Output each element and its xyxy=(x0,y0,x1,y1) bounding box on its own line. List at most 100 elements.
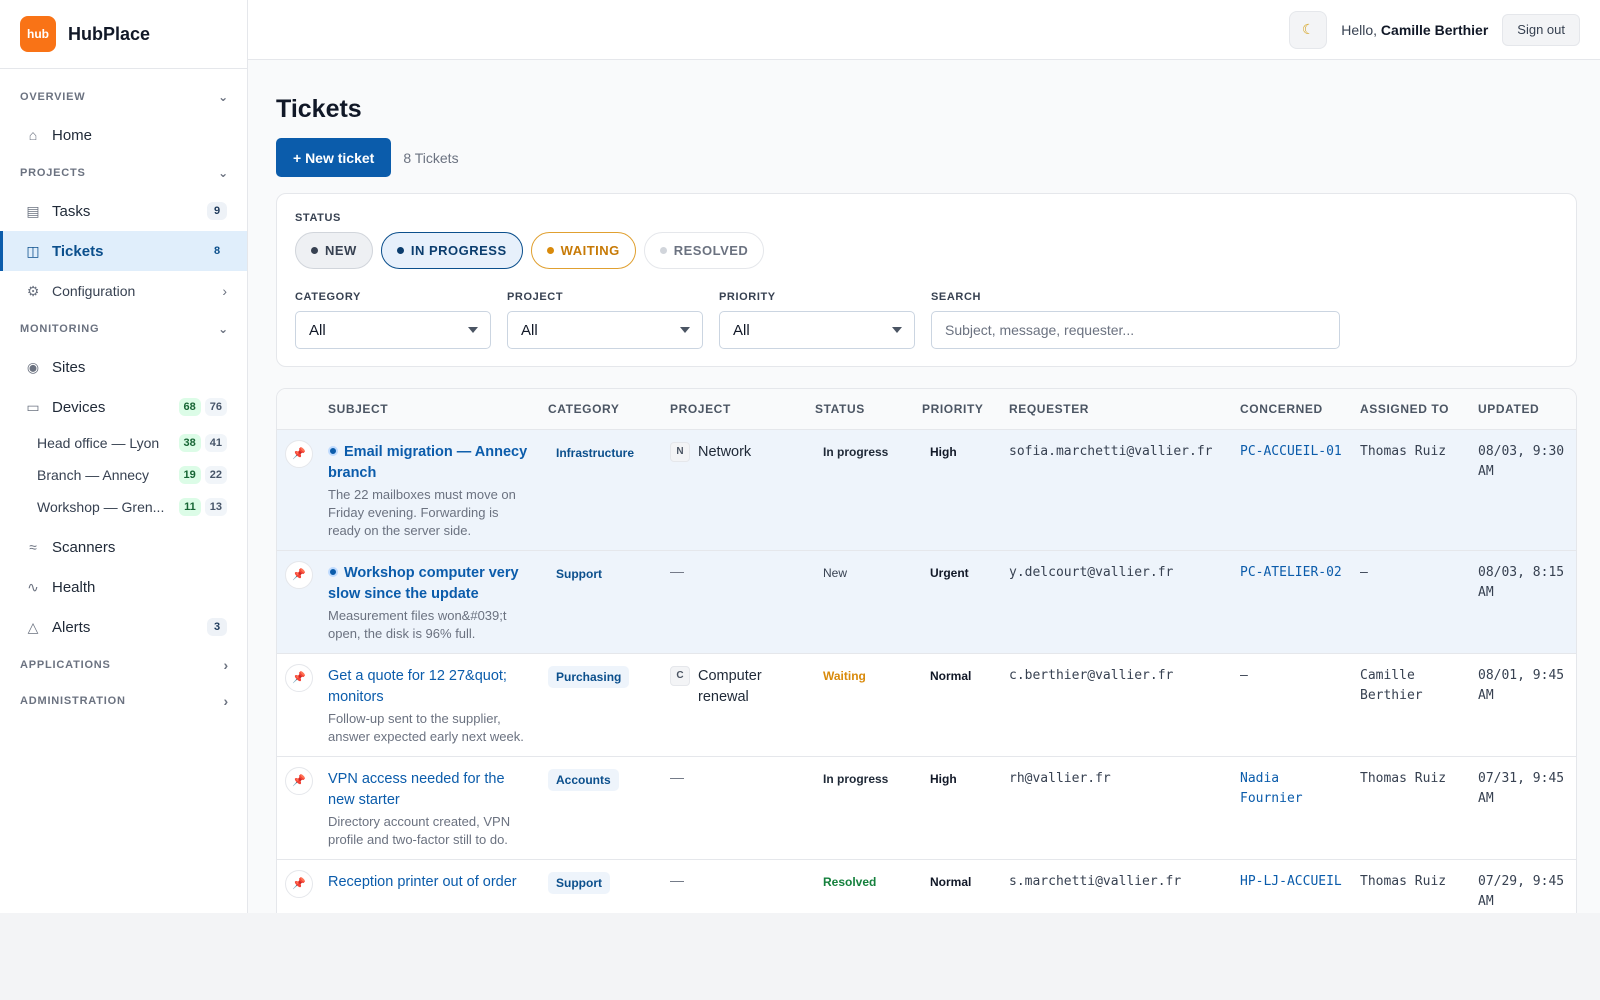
ticket-description: The 22 mailboxes must move on Friday eve… xyxy=(328,486,516,538)
new-ticket-button[interactable]: + New ticket xyxy=(276,138,392,177)
brand[interactable]: hub HubPlace xyxy=(0,0,247,69)
category-select[interactable]: All xyxy=(295,311,491,349)
ticket-subject-link[interactable]: Get a quote for 12 27&quot; monitors xyxy=(328,666,532,708)
sidebar-item-label: Configuration xyxy=(52,283,136,299)
table-row[interactable]: 📌 Reception printer out of order Support… xyxy=(277,859,1576,913)
pin-icon[interactable]: 📌 xyxy=(285,869,313,898)
category-tag: Accounts xyxy=(548,768,619,791)
column-header[interactable]: PRIORITY xyxy=(914,389,1001,430)
sidebar-item-tickets[interactable]: ◫ Tickets 8 xyxy=(0,231,247,271)
project-select[interactable]: All xyxy=(507,311,703,349)
concerned-link[interactable]: PC-ATELIER-02 xyxy=(1240,563,1344,583)
sidebar-subitem-site[interactable]: Head office — Lyon 38 41 xyxy=(0,427,247,459)
site-total-badge: 41 xyxy=(204,434,227,452)
concerned-link[interactable]: Nadia Fournier xyxy=(1240,769,1344,809)
chip-label: IN PROGRESS xyxy=(410,243,507,258)
column-header[interactable]: SUBJECT xyxy=(320,389,540,430)
tickets-count-badge: 8 xyxy=(213,245,221,257)
column-header[interactable]: ASSIGNED TO xyxy=(1352,389,1470,430)
column-header[interactable]: CONCERNED xyxy=(1232,389,1352,430)
sidebar-item-scanners[interactable]: ≈ Scanners xyxy=(0,527,247,567)
table-row[interactable]: 📌 Email migration — Annecy branch The 22 … xyxy=(277,429,1576,551)
table-row[interactable]: 📌 Workshop computer very slow since the … xyxy=(277,550,1576,654)
section-applications[interactable]: APPLICATIONS › xyxy=(0,647,247,683)
section-projects[interactable]: PROJECTS ⌄ xyxy=(0,155,247,191)
wifi-icon: ≈ xyxy=(29,539,37,555)
ticket-icon: ◫ xyxy=(26,242,40,259)
concerned-link[interactable]: HP-LJ-ACCUEIL xyxy=(1240,872,1344,892)
sidebar-item-health[interactable]: ∿ Health xyxy=(0,567,247,607)
sidebar-item-home[interactable]: ⌂ Home xyxy=(0,115,247,155)
sidebar-item-label: Devices xyxy=(52,398,106,416)
column-header[interactable]: REQUESTER xyxy=(1001,389,1232,430)
theme-toggle-button[interactable]: ☾ xyxy=(1289,10,1328,49)
ticket-description: Measurement files won&#039;t open, the d… xyxy=(328,607,507,641)
sidebar-item-label: Sites xyxy=(52,358,86,376)
ticket-subject: VPN access needed for the new starter xyxy=(328,770,505,808)
sidebar-item-alerts[interactable]: △ Alerts 3 xyxy=(0,607,247,647)
ticket-subject-link[interactable]: Reception printer out of order xyxy=(328,872,532,893)
priority-badge: Normal xyxy=(930,874,972,889)
assignee: Camille Berthier xyxy=(1360,667,1423,703)
gear-icon: ⚙ xyxy=(26,282,40,299)
project-initial: N xyxy=(670,441,690,462)
select-value: All xyxy=(309,321,326,339)
chip-label: WAITING xyxy=(560,243,620,258)
updated-timestamp: 08/03, 9:30 AM xyxy=(1478,443,1565,479)
status-chip-resolved[interactable]: RESOLVED xyxy=(643,232,765,269)
category-filter: CATEGORY All xyxy=(295,291,491,349)
status-chip-waiting[interactable]: WAITING xyxy=(530,232,636,269)
requester-email: y.delcourt@vallier.fr xyxy=(1009,564,1174,580)
chip-label: NEW xyxy=(325,243,357,258)
sign-out-button[interactable]: Sign out xyxy=(1502,13,1580,46)
ticket-subject: Reception printer out of order xyxy=(328,873,517,890)
column-header[interactable]: CATEGORY xyxy=(540,389,662,430)
status-chip-in-progress[interactable]: IN PROGRESS xyxy=(380,232,523,269)
pin-icon[interactable]: 📌 xyxy=(285,560,313,589)
devices-online-badge: 68 xyxy=(178,398,201,416)
table-row[interactable]: 📌 VPN access needed for the new starter D… xyxy=(277,756,1576,860)
sidebar-item-devices[interactable]: ▭ Devices 68 76 xyxy=(0,387,247,427)
pin-icon[interactable]: 📌 xyxy=(285,663,313,692)
sidebar-subitem-site[interactable]: Branch — Annecy 19 22 xyxy=(0,459,247,491)
topbar: ☾ Hello, Camille Berthier Sign out xyxy=(248,0,1600,60)
priority-badge: Normal xyxy=(930,668,972,683)
caret-down-icon xyxy=(680,327,690,333)
site-online-badge: 38 xyxy=(178,434,201,452)
sidebar-nav: OVERVIEW ⌄ ⌂ Home PROJECTS ⌄ ▤ Tasks 9 ◫ Ticke… xyxy=(0,69,247,719)
sidebar-item-sites[interactable]: ◉ Sites xyxy=(0,347,247,387)
section-overview[interactable]: OVERVIEW ⌄ xyxy=(0,79,247,115)
pin-icon[interactable]: 📌 xyxy=(285,766,313,795)
concerned-link[interactable]: PC-ACCUEIL-01 xyxy=(1240,442,1344,462)
ticket-subject-link[interactable]: VPN access needed for the new starter xyxy=(328,769,532,811)
updated-timestamp: 07/29, 9:45 AM xyxy=(1478,873,1565,909)
ticket-subject-link[interactable]: Email migration — Annecy branch xyxy=(328,442,532,484)
category-tag: Infrastructure xyxy=(548,441,643,464)
column-header[interactable]: PROJECT xyxy=(662,389,807,430)
column-header[interactable]: STATUS xyxy=(807,389,914,430)
alerts-count-badge: 3 xyxy=(207,618,227,636)
sidebar-item-configuration[interactable]: ⚙ Configuration › xyxy=(0,271,247,311)
app-window: hub HubPlace OVERVIEW ⌄ ⌂ Home PROJECTS ⌄ ▤… xyxy=(0,0,1600,913)
search-input[interactable] xyxy=(931,311,1340,349)
priority-select[interactable]: All xyxy=(719,311,915,349)
column-header[interactable]: UPDATED xyxy=(1470,389,1576,430)
section-monitoring[interactable]: MONITORING ⌄ xyxy=(0,311,247,347)
pin-icon[interactable]: 📌 xyxy=(285,439,313,468)
ticket-subject-link[interactable]: Workshop computer very slow since the up… xyxy=(328,563,532,605)
status-chip-new[interactable]: NEW xyxy=(295,232,373,269)
clipboard-icon: ▤ xyxy=(26,202,40,219)
sidebar-item-label: Health xyxy=(52,578,96,596)
section-label: APPLICATIONS xyxy=(20,659,111,671)
status-dot xyxy=(659,247,667,254)
pin-column-header xyxy=(277,389,320,430)
unread-dot xyxy=(328,445,338,456)
sidebar-item-tasks[interactable]: ▤ Tasks 9 xyxy=(0,191,247,231)
section-administration[interactable]: ADMINISTRATION › xyxy=(0,683,247,719)
priority-filter: PRIORITY All xyxy=(719,291,915,349)
table-row[interactable]: 📌 Get a quote for 12 27&quot; monitors Fo… xyxy=(277,653,1576,757)
status-badge: In progress xyxy=(823,771,889,786)
sidebar-subitem-site[interactable]: Workshop — Gren... 11 13 xyxy=(0,491,247,523)
ticket-count: 8 Tickets xyxy=(403,149,459,166)
search-filter: SEARCH xyxy=(931,291,1340,349)
